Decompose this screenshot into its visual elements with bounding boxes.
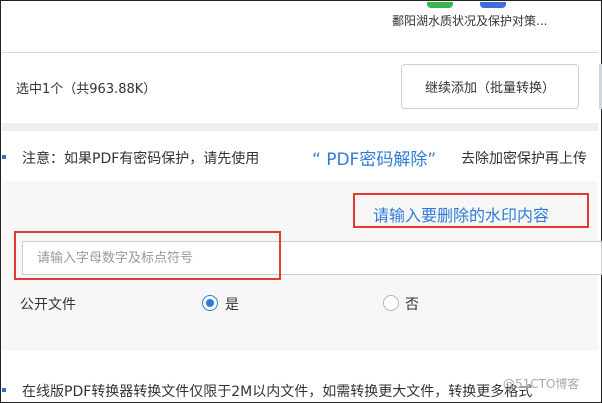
- radio-yes-label: 是: [225, 297, 239, 313]
- continue-add-button[interactable]: 继续添加（批量转换）: [401, 64, 579, 109]
- file-name: 鄱阳湖水质状况及保护对策...: [392, 14, 548, 28]
- password-notice: 注意：如果PDF有密码保护，请先使用 “ PDF密码解除” 去除加密保护再上传: [2, 131, 598, 181]
- section-separator: [2, 123, 598, 131]
- selection-status: 选中1个（共963.88K）: [16, 82, 157, 97]
- pdf-password-remove-link[interactable]: “ PDF密码解除”: [312, 145, 436, 170]
- radio-yes[interactable]: [202, 295, 218, 311]
- file-tag-green: [427, 2, 453, 8]
- bullet-icon: [2, 155, 6, 159]
- radio-no-label: 否: [405, 297, 419, 313]
- site-watermark: @51CTO博客: [503, 377, 580, 391]
- notice-prefix: 注意：如果PDF有密码保护，请先使用: [22, 151, 260, 167]
- notice-suffix: 去除加密保护再上传: [461, 151, 587, 167]
- footer-text: 在线版PDF转换器转换文件仅限于2M以内文件，如需转换更大文件，转换更多格式: [22, 384, 533, 400]
- file-thumbnail-area: 鄱阳湖水质状况及保护对策...: [2, 2, 598, 52]
- public-file-label: 公开文件: [20, 297, 76, 313]
- selection-bar: 选中1个（共963.88K） 继续添加（批量转换）: [2, 53, 602, 123]
- radio-no[interactable]: [383, 295, 399, 311]
- input-highlight-box: [14, 231, 281, 280]
- section-separator-bottom: [2, 351, 598, 373]
- bullet-icon: [2, 388, 6, 392]
- file-tag-blue: [480, 2, 506, 8]
- watermark-form: 请输入要删除的水印内容 公开文件 是 否: [2, 181, 602, 351]
- watermark-label: 请输入要删除的水印内容: [373, 206, 550, 225]
